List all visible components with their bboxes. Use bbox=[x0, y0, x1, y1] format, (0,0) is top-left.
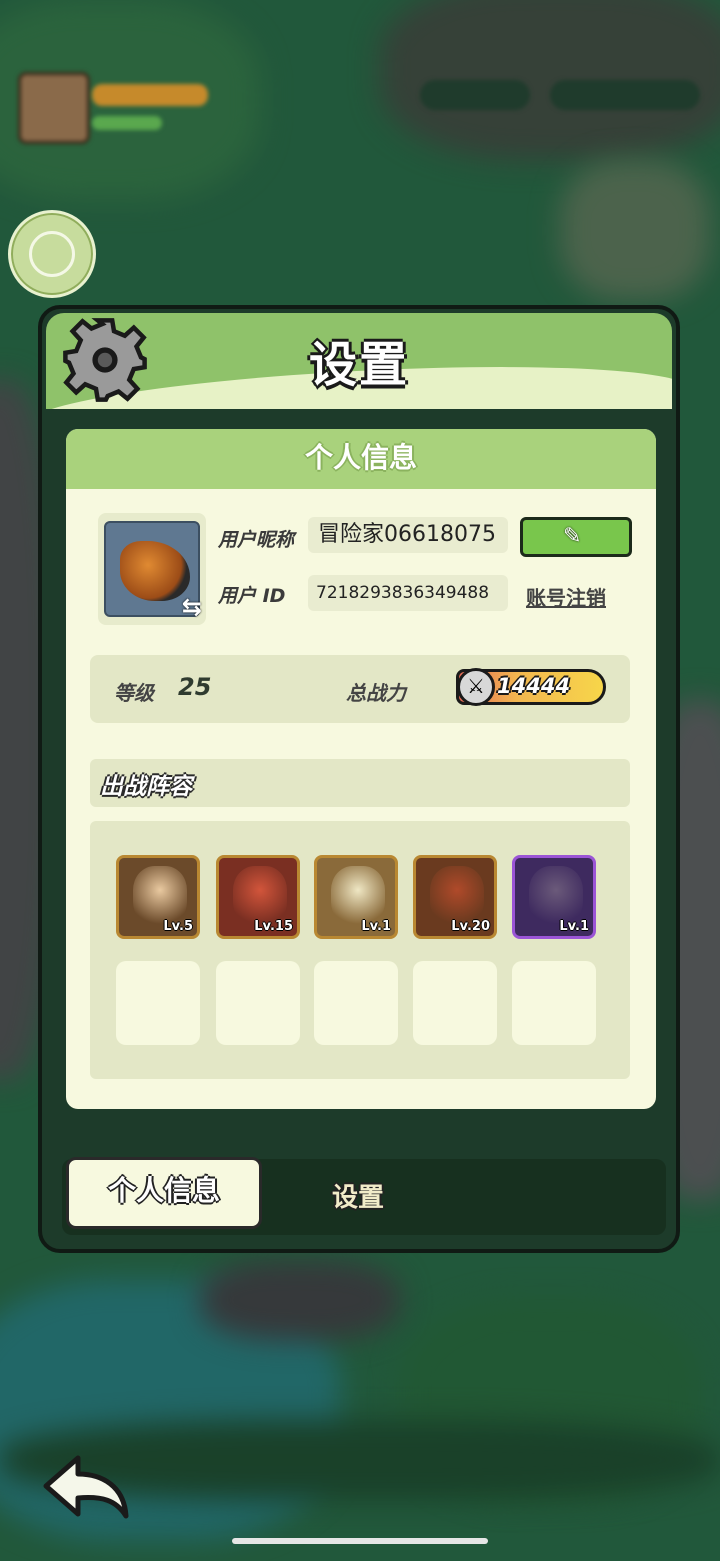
empty-slot[interactable] bbox=[216, 961, 300, 1045]
hero-card[interactable]: Lv.15 bbox=[216, 855, 300, 939]
id-label: 用户 ID bbox=[218, 585, 286, 607]
hero-level: Lv.5 bbox=[163, 919, 193, 934]
planet-icon[interactable] bbox=[8, 210, 96, 298]
lineup-title: 出战阵容 bbox=[100, 774, 192, 800]
lineup-box: Lv.5 Lv.15 Lv.1 Lv.20 Lv.1 bbox=[90, 821, 630, 1079]
sword-icon: ⚔ bbox=[457, 668, 495, 706]
power-label: 总战力 bbox=[346, 681, 406, 705]
nickname-field: 冒险家06618075 bbox=[308, 517, 508, 553]
home-indicator bbox=[232, 1538, 488, 1544]
stats-bar: 等级 25 总战力 ⚔ 14444 bbox=[90, 655, 630, 723]
tab-bar: 个人信息 设置 bbox=[62, 1157, 666, 1235]
power-badge: ⚔ 14444 bbox=[456, 668, 606, 706]
hero-level: Lv.20 bbox=[451, 919, 490, 934]
hero-level: Lv.1 bbox=[559, 919, 589, 934]
section-title: 个人信息 bbox=[66, 429, 656, 489]
nickname-label: 用户昵称 bbox=[218, 529, 295, 551]
hero-card[interactable]: Lv.1 bbox=[314, 855, 398, 939]
gear-icon bbox=[63, 318, 147, 402]
tab-personal-info[interactable]: 个人信息 bbox=[66, 1157, 262, 1229]
hero-card[interactable]: Lv.1 bbox=[512, 855, 596, 939]
lineup-header: 出战阵容 bbox=[90, 759, 630, 807]
level-value: 25 bbox=[178, 673, 212, 701]
hud-gem-counter bbox=[420, 80, 530, 110]
hud-exp-bar bbox=[92, 116, 162, 130]
empty-slot[interactable] bbox=[314, 961, 398, 1045]
hud-avatar[interactable] bbox=[18, 72, 90, 144]
hero-card[interactable]: Lv.20 bbox=[413, 855, 497, 939]
hero-level: Lv.1 bbox=[361, 919, 391, 934]
pencil-icon: ✎ bbox=[563, 524, 582, 549]
hero-level: Lv.15 bbox=[254, 919, 293, 934]
hud-coin-counter bbox=[550, 80, 700, 110]
empty-slot[interactable] bbox=[116, 961, 200, 1045]
edit-nickname-button[interactable]: ✎ bbox=[520, 517, 632, 557]
hero-card[interactable]: Lv.5 bbox=[116, 855, 200, 939]
empty-slot[interactable] bbox=[413, 961, 497, 1045]
personal-info-card: 个人信息 ⇆ 用户昵称 冒险家06618075 ✎ 用户 ID 72182938… bbox=[66, 429, 656, 1109]
swap-icon[interactable]: ⇆ bbox=[182, 593, 202, 621]
back-arrow-icon[interactable] bbox=[40, 1452, 132, 1526]
tab-settings[interactable]: 设置 bbox=[332, 1177, 384, 1214]
hud-name-bar bbox=[92, 84, 208, 106]
settings-panel: 设置 个人信息 ⇆ 用户昵称 冒险家06618075 ✎ 用户 ID 72182… bbox=[38, 305, 680, 1253]
user-id-field: 7218293836349488⁠ bbox=[308, 575, 508, 611]
level-label: 等级 bbox=[114, 681, 154, 705]
cancel-account-link[interactable]: 账号注销 bbox=[526, 582, 606, 611]
profile-avatar[interactable]: ⇆ bbox=[98, 513, 206, 625]
empty-slot[interactable] bbox=[512, 961, 596, 1045]
power-value: 14444 bbox=[497, 674, 571, 698]
